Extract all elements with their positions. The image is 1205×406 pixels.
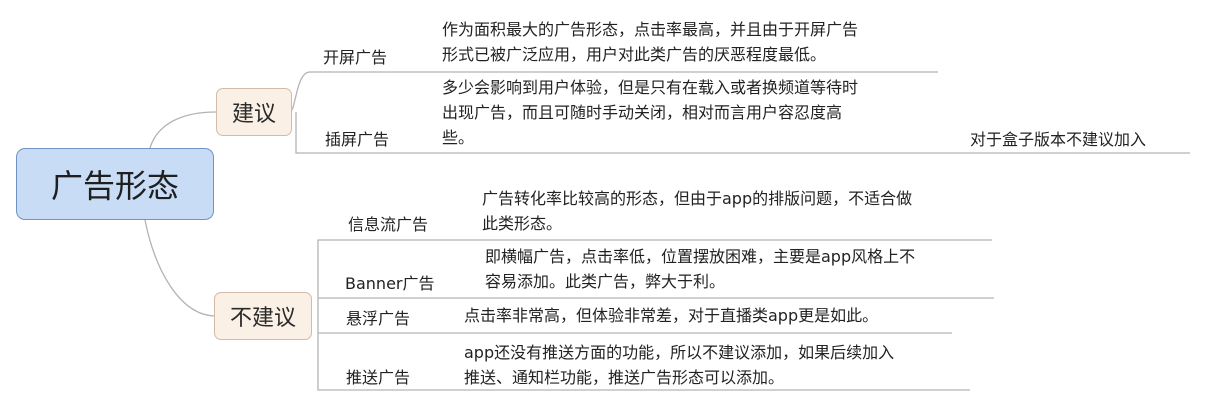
topic-interstitial-ad-desc: 多少会影响到用户体验，但是只有在载入或者换频道等待时 出现广告，而且可随时手动关… <box>442 75 858 150</box>
desc-line: 即横幅广告，点击率低，位置摆放困难，主要是app风格上不 <box>485 247 916 266</box>
desc-line: 多少会影响到用户体验，但是只有在载入或者换频道等待时 <box>442 78 859 97</box>
topic-splash-ad-desc: 作为面积最大的广告形态，点击率最高，并且由于开屏广告 形式已被广泛应用，用户对此… <box>442 17 858 67</box>
root-node[interactable]: 广告形态 <box>16 148 214 220</box>
topic-feed-ad-desc: 广告转化率比较高的形态，但由于app的排版问题，不适合做 此类形态。 <box>482 186 912 236</box>
topic-floating-ad[interactable]: 悬浮广告 <box>346 305 410 329</box>
topic-feed-ad[interactable]: 信息流广告 <box>348 211 428 235</box>
topic-push-ad-desc: app还没有推送方面的功能，所以不建议添加，如果后续加入 推送、通知栏功能，推送… <box>464 340 894 390</box>
desc-line: 点击率非常高，但体验非常差，对于直播类app更是如此。 <box>464 306 879 325</box>
topic-banner-ad-desc: 即横幅广告，点击率低，位置摆放困难，主要是app风格上不 容易添加。此类广告，弊… <box>485 244 915 294</box>
desc-line: 此类形态。 <box>482 214 563 233</box>
topic-push-ad[interactable]: 推送广告 <box>346 364 410 388</box>
root-to-suggest-connector <box>149 111 217 149</box>
topic-banner-ad[interactable]: Banner广告 <box>345 270 435 294</box>
topic-interstitial-ad[interactable]: 插屏广告 <box>325 126 389 150</box>
topic-floating-ad-desc: 点击率非常高，但体验非常差，对于直播类app更是如此。 <box>464 303 878 328</box>
branch-not-suggest[interactable]: 不建议 <box>214 292 312 340</box>
desc-line: app还没有推送方面的功能，所以不建议添加，如果后续加入 <box>464 343 895 362</box>
desc-line: 广告转化率比较高的形态，但由于app的排版问题，不适合做 <box>482 189 913 208</box>
root-to-not-suggest-connector <box>144 219 217 317</box>
desc-line: 推送、通知栏功能，推送广告形态可以添加。 <box>464 368 785 387</box>
desc-line: 形式已被广泛应用，用户对此类广告的厌恶程度最低。 <box>442 45 827 64</box>
interstitial-ad-note: 对于盒子版本不建议加入 <box>970 130 1147 149</box>
desc-line: 些。 <box>442 128 475 147</box>
desc-line: 容易添加。此类广告，弊大于利。 <box>485 272 726 291</box>
topic-splash-ad[interactable]: 开屏广告 <box>323 44 387 68</box>
branch-suggest[interactable]: 建议 <box>216 88 292 136</box>
desc-line: 出现广告，而且可随时手动关闭，相对而言用户容忍度高 <box>442 103 843 122</box>
desc-line: 作为面积最大的广告形态，点击率最高，并且由于开屏广告 <box>442 20 859 39</box>
